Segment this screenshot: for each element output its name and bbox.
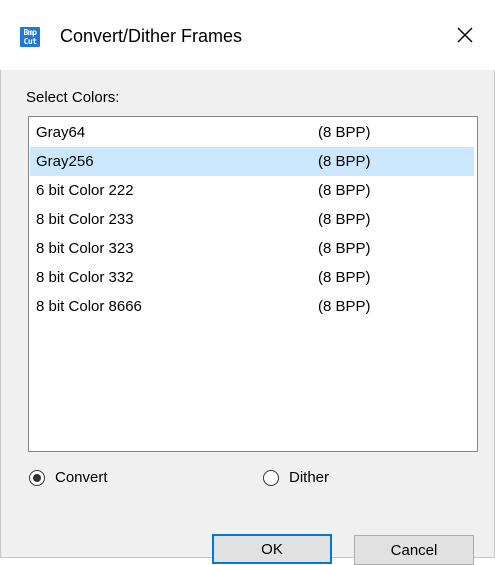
radio-unchecked-icon[interactable] [263, 469, 279, 486]
color-bpp: (8 BPP) [318, 240, 371, 257]
radio-checked-icon[interactable] [29, 469, 45, 486]
color-bpp: (8 BPP) [318, 153, 371, 170]
color-bpp: (8 BPP) [318, 298, 371, 315]
dialog-body: Select Colors: Gray64 (8 BPP) Gray256 (8… [0, 70, 495, 565]
bmpcut-app-icon: Bmp Cut [20, 27, 40, 47]
color-name: 8 bit Color 332 [36, 269, 134, 286]
title-bar[interactable]: Bmp Cut Convert/Dither Frames [0, 0, 495, 70]
dither-radio[interactable]: Dither [263, 469, 329, 486]
list-item[interactable]: 8 bit Color 8666 (8 BPP) [30, 292, 474, 321]
color-bpp: (8 BPP) [318, 124, 371, 141]
window-title: Convert/Dither Frames [60, 26, 243, 46]
dither-radio-label: Dither [289, 469, 330, 486]
color-bpp: (8 BPP) [318, 269, 371, 286]
color-name: 8 bit Color 8666 [36, 298, 142, 315]
list-item[interactable]: 8 bit Color 233 (8 BPP) [30, 205, 474, 234]
color-bpp: (8 BPP) [318, 182, 371, 199]
convert-radio-label: Convert [55, 469, 108, 486]
app-icon-line-1: Bmp [23, 28, 37, 37]
color-name: 6 bit Color 222 [36, 182, 134, 199]
close-button[interactable] [435, 12, 495, 58]
colors-listbox[interactable]: Gray64 (8 BPP) Gray256 (8 BPP) 6 bit Col… [28, 116, 478, 452]
list-item[interactable]: 8 bit Color 323 (8 BPP) [30, 234, 474, 263]
close-icon [457, 27, 473, 43]
list-item-selected[interactable]: Gray256 (8 BPP) [30, 147, 474, 176]
color-name: Gray256 [36, 153, 94, 170]
cancel-button[interactable]: Cancel [354, 535, 474, 565]
ok-button[interactable]: OK [212, 534, 332, 564]
convert-dither-dialog: Bmp Cut Convert/Dither Frames Select Col… [0, 0, 495, 565]
list-item[interactable]: 6 bit Color 222 (8 BPP) [30, 176, 474, 205]
select-colors-label: Select Colors: [26, 89, 120, 106]
list-item[interactable]: Gray64 (8 BPP) [30, 118, 474, 147]
convert-radio[interactable]: Convert [29, 469, 108, 486]
color-bpp: (8 BPP) [318, 211, 371, 228]
color-name: 8 bit Color 323 [36, 240, 134, 257]
app-icon-line-2: Cut [23, 37, 37, 46]
color-name: Gray64 [36, 124, 86, 141]
color-name: 8 bit Color 233 [36, 211, 134, 228]
list-item[interactable]: 8 bit Color 332 (8 BPP) [30, 263, 474, 292]
